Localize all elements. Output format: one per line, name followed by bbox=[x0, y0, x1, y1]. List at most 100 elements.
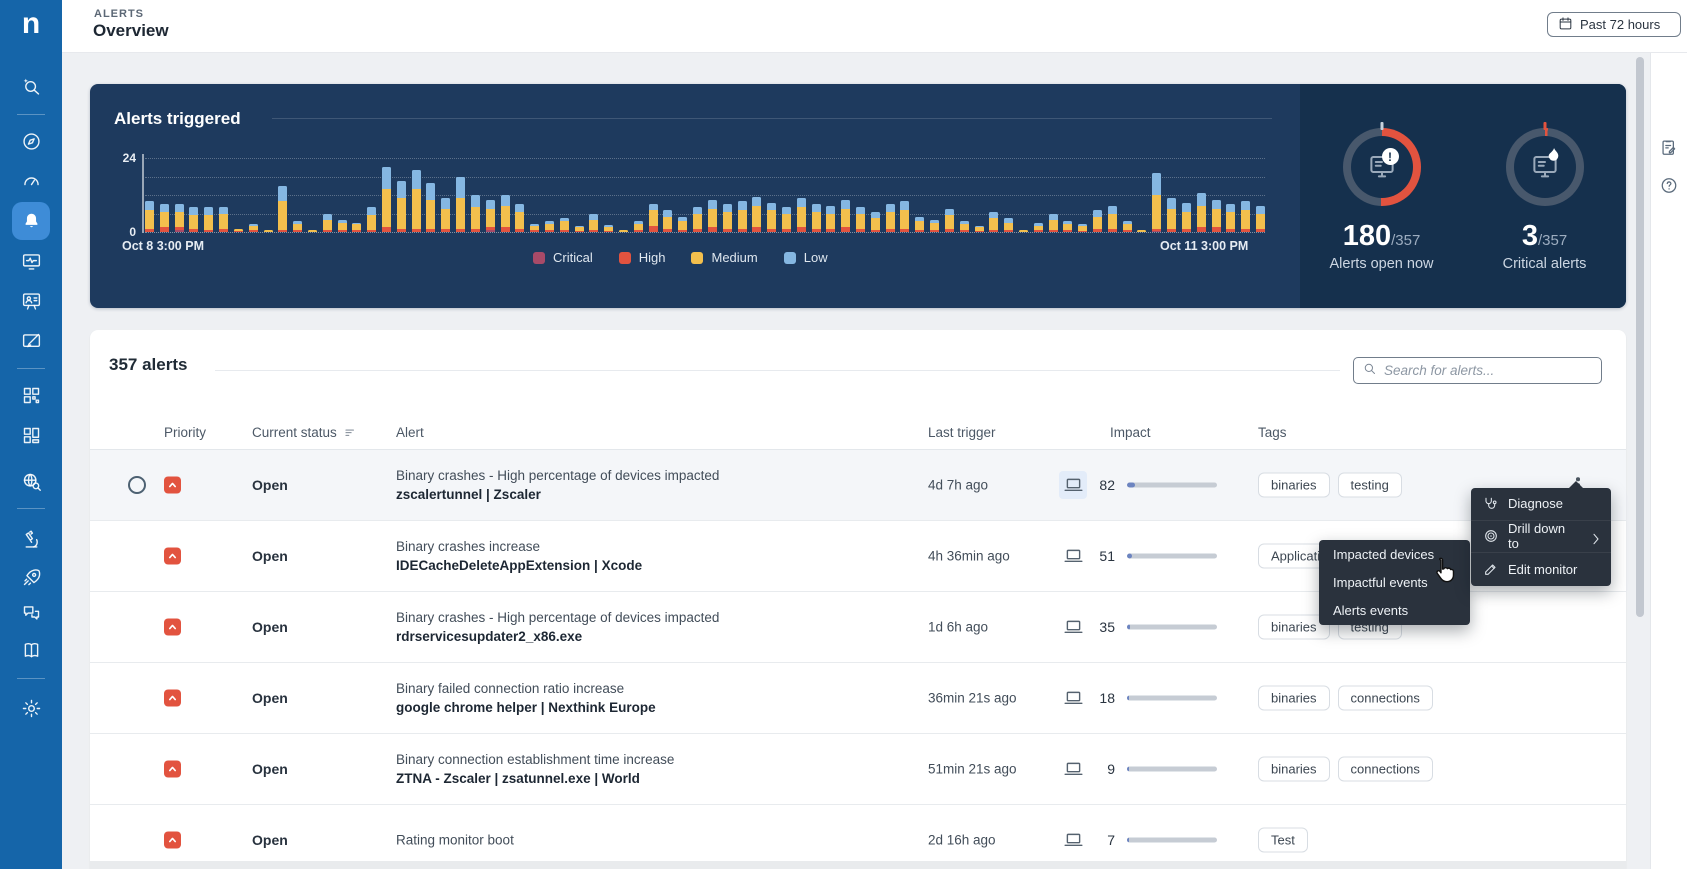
menu-item-edit-monitor[interactable]: Edit monitor bbox=[1471, 553, 1611, 586]
priority-badge-high bbox=[164, 831, 181, 849]
tag-pill: binaries bbox=[1258, 472, 1330, 498]
alert-name: Binary crashes increase IDECacheDeleteApp… bbox=[396, 539, 642, 573]
last-trigger: 4d 7h ago bbox=[928, 477, 989, 493]
sidebar-item-globe-search[interactable] bbox=[12, 462, 50, 500]
alert-title: Rating monitor boot bbox=[396, 832, 514, 848]
legend-item: Critical bbox=[533, 250, 593, 265]
table-row[interactable]: Open Binary connection establishment time… bbox=[90, 734, 1626, 805]
chart-bar bbox=[1078, 224, 1088, 232]
sidebar: n bbox=[0, 0, 62, 869]
priority-badge-high bbox=[164, 618, 181, 636]
column-header-impact[interactable]: Impact bbox=[1110, 425, 1151, 440]
chart-bar bbox=[811, 204, 821, 232]
column-header-tags[interactable]: Tags bbox=[1258, 425, 1287, 440]
sidebar-item-layout-blocks[interactable] bbox=[12, 416, 50, 454]
tag-pill: testing bbox=[1337, 472, 1402, 498]
sidebar-item-search-sparkle[interactable] bbox=[12, 67, 50, 105]
alert-subtitle: zscalertunnel | Zscaler bbox=[396, 487, 541, 502]
sidebar-item-gauge[interactable] bbox=[12, 162, 50, 200]
sidebar-item-compass[interactable] bbox=[12, 122, 50, 160]
chart-bar bbox=[781, 207, 791, 232]
breadcrumb: ALERTS bbox=[94, 8, 144, 20]
chart-bar bbox=[1004, 218, 1014, 232]
gauge-value: 3 bbox=[1521, 220, 1538, 252]
drilldown-icon bbox=[1483, 528, 1499, 544]
monitor-pulse-icon bbox=[22, 253, 40, 270]
menu-item-drill-down-to[interactable]: Drill down to bbox=[1471, 521, 1611, 554]
legend-label: Critical bbox=[553, 250, 593, 265]
alert-name: Binary failed connection ratio increase g… bbox=[396, 681, 656, 715]
chart-bar bbox=[174, 204, 184, 232]
submenu-item-alerts-events[interactable]: Alerts events bbox=[1319, 597, 1470, 625]
chart-bar bbox=[1122, 221, 1132, 232]
sidebar-item-gear[interactable] bbox=[12, 689, 50, 727]
clipboard-edit-icon[interactable] bbox=[1660, 138, 1679, 162]
y-tick-min: 0 bbox=[129, 225, 136, 239]
column-label: Alert bbox=[396, 425, 424, 440]
chart-bar bbox=[959, 221, 969, 232]
chart-bar bbox=[456, 176, 466, 232]
gauge-total: /357 bbox=[1537, 232, 1568, 249]
chart-bar bbox=[1226, 204, 1236, 232]
sidebar-item-monitor-pulse[interactable] bbox=[12, 242, 50, 280]
gauge-icon bbox=[23, 176, 39, 185]
last-trigger: 1d 6h ago bbox=[928, 619, 989, 635]
sidebar-item-bell[interactable] bbox=[12, 202, 50, 240]
priority-badge-high bbox=[164, 547, 181, 565]
time-range-button[interactable]: Past 72 hours bbox=[1547, 12, 1681, 37]
chart-bar bbox=[974, 225, 984, 232]
column-header-current-status[interactable]: Current status bbox=[252, 425, 357, 440]
gear-icon bbox=[22, 699, 40, 717]
right-utility-rail bbox=[1650, 53, 1687, 869]
chart-bar bbox=[559, 218, 569, 232]
chart-title: Alerts triggered bbox=[114, 109, 241, 128]
progress-ring bbox=[1505, 122, 1584, 206]
chart-bar bbox=[396, 181, 406, 232]
sort-icon[interactable] bbox=[343, 426, 357, 440]
chart-bar bbox=[1181, 202, 1191, 232]
sidebar-item-person-board[interactable] bbox=[12, 282, 50, 320]
chart-bar bbox=[663, 210, 673, 232]
alerts-triggered-panel: Alerts triggered 24 0 Oct 8 3:00 PM Oct … bbox=[90, 84, 1626, 308]
tag-pill: connections bbox=[1337, 756, 1433, 782]
table-row[interactable]: Open Rating monitor boot 2d 16h ago 7 Test bbox=[90, 805, 1626, 869]
column-header-last-trigger[interactable]: Last trigger bbox=[928, 425, 996, 440]
chart-bar bbox=[263, 230, 273, 232]
legend-swatch-high bbox=[618, 251, 631, 264]
table-row[interactable]: Open Binary crashes - High percentage of … bbox=[90, 450, 1626, 521]
chart-bar bbox=[737, 201, 747, 232]
sidebar-item-chat-bubbles[interactable] bbox=[12, 594, 50, 632]
menu-item-diagnose[interactable]: Diagnose bbox=[1471, 488, 1611, 521]
table-header-row: Priority Current status Alert Last trigger I… bbox=[90, 420, 1626, 450]
chart-bar bbox=[870, 211, 880, 232]
sidebar-item-rocket[interactable] bbox=[12, 558, 50, 596]
layout-blocks-icon bbox=[23, 427, 39, 443]
table-row[interactable]: Open Binary failed connection ratio incre… bbox=[90, 663, 1626, 734]
chart-bar bbox=[441, 198, 451, 232]
bell-icon bbox=[24, 213, 38, 227]
vertical-scrollbar[interactable] bbox=[1636, 57, 1644, 617]
chart-bar bbox=[204, 207, 214, 232]
chart-bar bbox=[915, 216, 925, 232]
chart-bar bbox=[767, 202, 777, 232]
legend-label: Low bbox=[803, 250, 828, 265]
submenu-item-impacted-devices[interactable]: Impacted devices bbox=[1319, 540, 1470, 568]
sidebar-item-microscope[interactable] bbox=[12, 520, 50, 558]
search-input[interactable] bbox=[1384, 363, 1593, 378]
row-radio[interactable] bbox=[128, 476, 146, 494]
submenu-item-impactful-events[interactable]: Impactful events bbox=[1319, 568, 1470, 596]
exclamation-badge-icon: ! bbox=[1381, 148, 1399, 165]
sidebar-item-card-edit[interactable] bbox=[12, 322, 50, 360]
sidebar-item-book[interactable] bbox=[12, 631, 50, 669]
pencil-icon bbox=[1483, 561, 1499, 577]
stacked-bar-chart bbox=[145, 158, 1265, 232]
sidebar-item-grid[interactable] bbox=[12, 376, 50, 414]
column-header-priority[interactable]: Priority bbox=[164, 425, 206, 440]
table-horizontal-scrollbar[interactable] bbox=[90, 861, 1626, 869]
help-circle-icon[interactable] bbox=[1660, 176, 1679, 200]
chart-bar bbox=[574, 225, 584, 232]
legend-item: Low bbox=[783, 250, 828, 265]
status-text: Open bbox=[252, 761, 288, 777]
column-header-alert[interactable]: Alert bbox=[396, 425, 424, 440]
alert-title: Binary crashes increase bbox=[396, 539, 541, 554]
